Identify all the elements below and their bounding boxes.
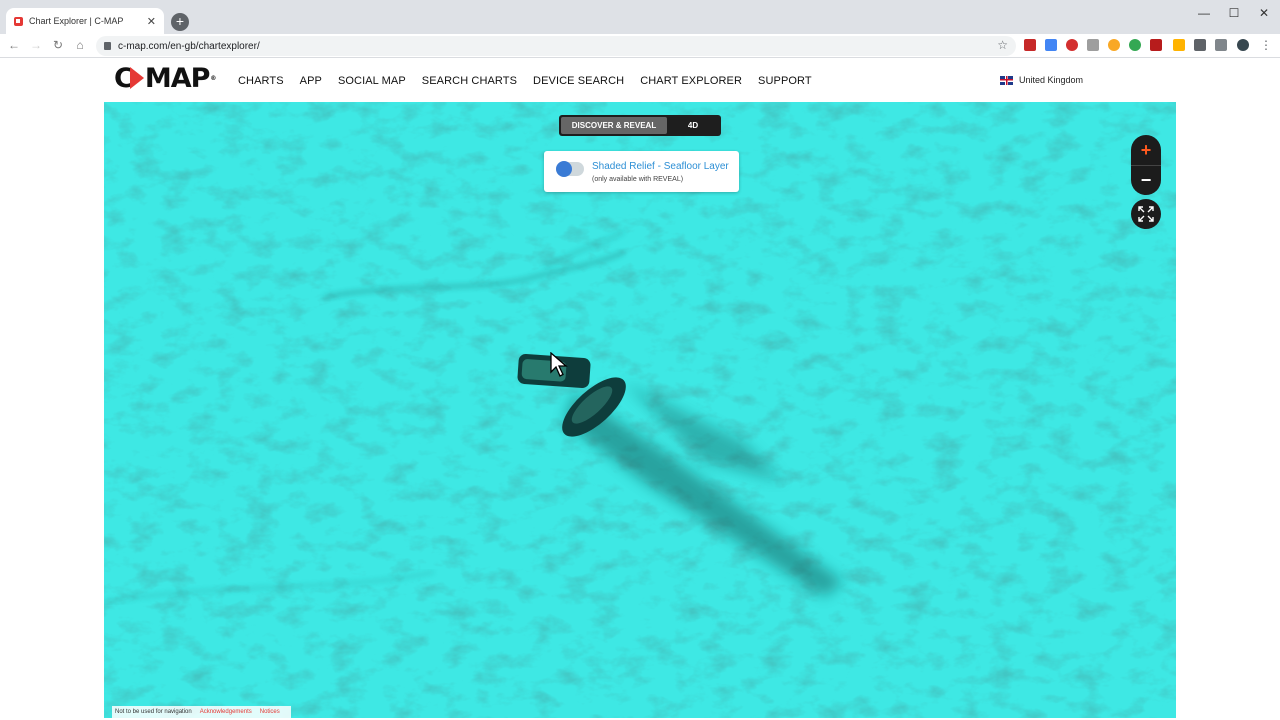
nav-social-map[interactable]: SOCIAL MAP <box>338 75 406 87</box>
bookmark-star-icon[interactable]: ☆ <box>997 38 1008 52</box>
extensions-icon[interactable] <box>1215 39 1227 51</box>
site-header: C MAP ® CHARTS APP SOCIAL MAP SEARCH CHART… <box>104 58 1176 102</box>
grammarly-extension-icon[interactable] <box>1129 39 1141 51</box>
browser-tab[interactable]: Chart Explorer | C-MAP ✕ <box>6 8 164 34</box>
cmap-logo[interactable]: C MAP ® <box>114 63 216 94</box>
reload-icon[interactable]: ↻ <box>50 38 66 52</box>
minimize-icon[interactable]: — <box>1192 6 1216 20</box>
new-tab-button[interactable]: + <box>171 13 189 31</box>
logo-arrow-icon <box>129 67 144 89</box>
close-window-icon[interactable]: ✕ <box>1252 6 1276 20</box>
forward-icon[interactable]: → <box>28 38 44 52</box>
tab-title: Chart Explorer | C-MAP <box>29 16 124 26</box>
seafloor-relief <box>104 102 1176 718</box>
back-icon[interactable]: ← <box>6 38 22 52</box>
zoom-in-button[interactable]: + <box>1131 135 1161 165</box>
nav-chart-explorer[interactable]: CHART EXPLORER <box>640 75 742 87</box>
image-extension-icon[interactable] <box>1087 39 1099 51</box>
address-bar[interactable]: c-map.com/en-gb/chartexplorer/ ☆ <box>96 36 1016 56</box>
main-nav: CHARTS APP SOCIAL MAP SEARCH CHARTS DEVI… <box>238 75 828 87</box>
nav-device-search[interactable]: DEVICE SEARCH <box>533 75 624 87</box>
notices-link[interactable]: Notices <box>260 709 280 715</box>
map-footer: Not to be used for navigation Acknowledg… <box>112 706 291 718</box>
mode-toggle: DISCOVER & REVEAL 4D <box>559 115 721 136</box>
close-tab-icon[interactable]: ✕ <box>147 15 156 28</box>
4d-button[interactable]: 4D <box>667 117 719 134</box>
profile-avatar-icon[interactable] <box>1237 39 1249 51</box>
cmap-favicon-icon <box>14 16 23 26</box>
map-canvas[interactable]: DISCOVER & REVEAL 4D Shaded Relief - Sea… <box>104 102 1176 718</box>
mouse-pointer-icon <box>550 352 568 377</box>
puzzle-extension-icon[interactable] <box>1173 39 1185 51</box>
country-label: United Kingdom <box>1019 75 1084 85</box>
url-text: c-map.com/en-gb/chartexplorer/ <box>118 40 260 52</box>
nav-charts[interactable]: CHARTS <box>238 75 284 87</box>
zoom-out-button[interactable]: − <box>1131 165 1161 195</box>
shield-extension-icon[interactable] <box>1108 39 1120 51</box>
shaded-relief-toggle[interactable] <box>556 161 584 177</box>
lock-icon <box>104 42 111 50</box>
home-icon[interactable]: ⌂ <box>72 38 88 52</box>
shaded-relief-card: Shaded Relief - Seafloor Layer (only ava… <box>544 151 739 192</box>
browser-tabbar: Chart Explorer | C-MAP ✕ + — ☐ ✕ <box>0 0 1280 34</box>
expand-icon <box>1138 206 1154 222</box>
layer-subtitle: (only available with REVEAL) <box>592 176 684 183</box>
nav-search-charts[interactable]: SEARCH CHARTS <box>422 75 517 87</box>
country-selector[interactable]: United Kingdom <box>1000 75 1083 85</box>
acknowledgements-link[interactable]: Acknowledgements <box>200 709 252 715</box>
opera-extension-icon[interactable] <box>1066 39 1078 51</box>
browser-menu-icon[interactable]: ⋮ <box>1258 38 1274 52</box>
nav-app[interactable]: APP <box>300 75 322 87</box>
maximize-icon[interactable]: ☐ <box>1222 6 1246 20</box>
layer-title: Shaded Relief - Seafloor Layer <box>592 161 729 172</box>
extension-icon[interactable] <box>1024 39 1036 51</box>
fullscreen-button[interactable] <box>1131 199 1161 229</box>
uk-flag-icon <box>1000 75 1013 85</box>
counter-extension-icon[interactable] <box>1150 39 1162 51</box>
browser-toolbar: ← → ↻ ⌂ c-map.com/en-gb/chartexplorer/ ☆… <box>0 34 1280 58</box>
download-icon[interactable] <box>1194 39 1206 51</box>
toggle-knob <box>556 161 572 177</box>
translate-extension-icon[interactable] <box>1045 39 1057 51</box>
discover-reveal-button[interactable]: DISCOVER & REVEAL <box>561 117 667 134</box>
nav-support[interactable]: SUPPORT <box>758 75 812 87</box>
navigation-notice: Not to be used for navigation <box>115 709 192 715</box>
